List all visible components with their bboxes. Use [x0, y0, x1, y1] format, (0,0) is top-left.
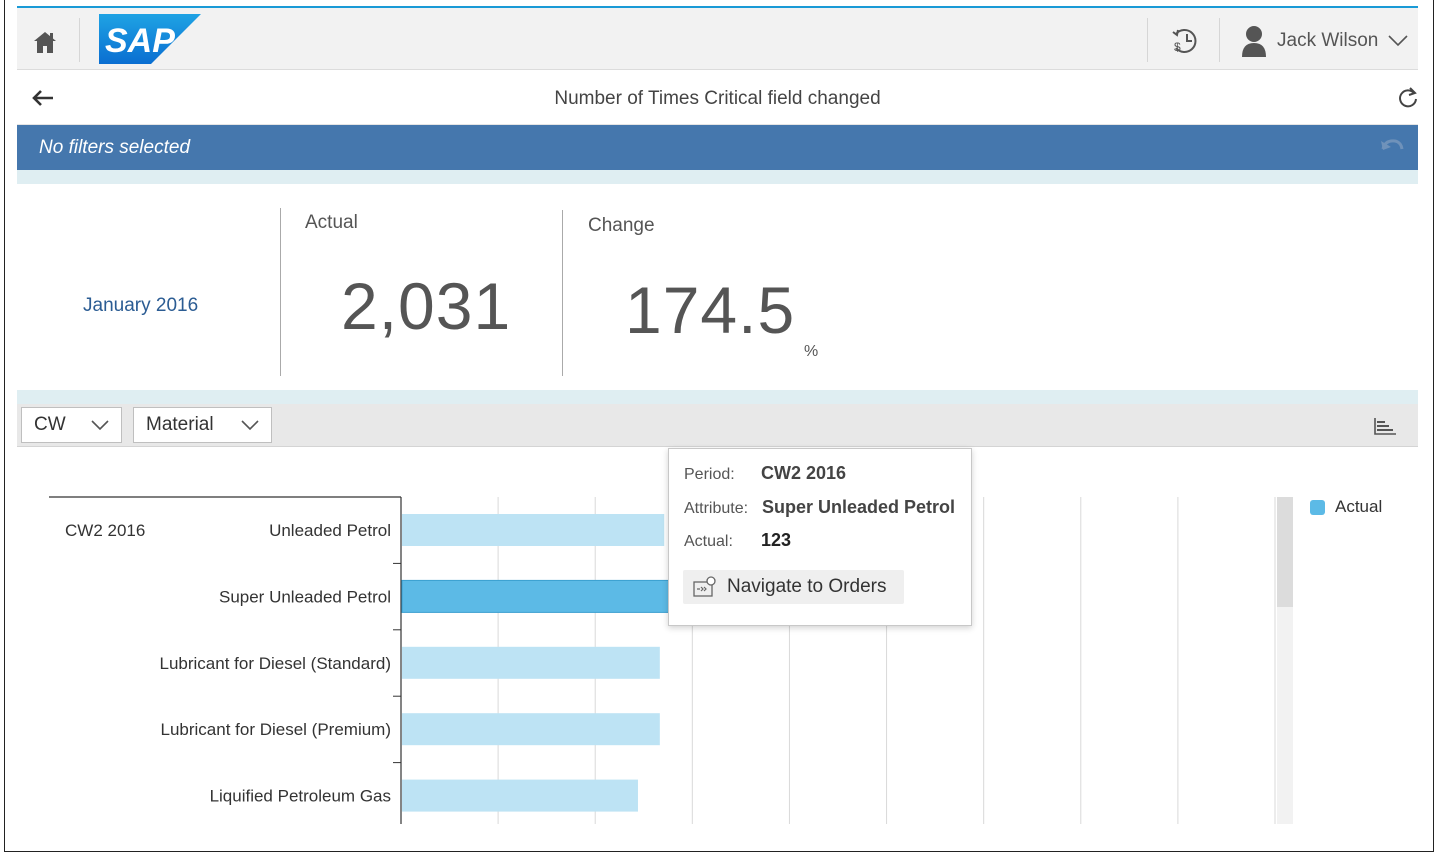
section-divider: [17, 390, 1418, 404]
chart-settings-button[interactable]: [1373, 416, 1397, 436]
refresh-button[interactable]: [1395, 84, 1418, 110]
dimension-select-cw[interactable]: CW: [21, 407, 122, 443]
svg-text:$: $: [1174, 40, 1181, 54]
kpi-divider: [562, 210, 563, 376]
chart-category-label: Unleaded Petrol: [269, 521, 391, 540]
kpi-divider: [280, 208, 281, 376]
section-divider: [17, 170, 1418, 184]
kpi-change-value: 174.5: [625, 273, 796, 347]
page-title: Number of Times Critical field changed: [554, 88, 881, 109]
undo-icon: [1381, 139, 1404, 150]
bar-chart-settings-icon: [1374, 418, 1396, 435]
legend-label: Actual: [1335, 497, 1383, 516]
page-title-bar: Number of Times Critical field changed: [17, 70, 1418, 125]
chart-group-label: CW2 2016: [65, 521, 145, 540]
filter-bar[interactable]: No filters selected: [17, 125, 1418, 170]
popover-period-row: Period: CW2 2016: [684, 463, 846, 484]
filter-status-text: No filters selected: [39, 137, 191, 158]
dimension-select-material[interactable]: Material: [133, 407, 272, 443]
navigation-icon: [693, 576, 716, 597]
user-icon: [1242, 26, 1266, 57]
svg-text:SAP: SAP: [105, 22, 175, 60]
kpi-header: January 2016 Actual 2,031 Change 174.5 %: [17, 184, 1418, 390]
user-menu[interactable]: Jack Wilson: [1241, 24, 1408, 58]
kpi-actual-label: Actual: [305, 212, 358, 233]
kpi-actual-value: 2,031: [341, 269, 512, 343]
chart-bar: [402, 514, 665, 546]
navigate-to-orders-button[interactable]: Navigate to Orders: [683, 570, 904, 604]
chart-category-label: Lubricant for Diesel (Standard): [159, 654, 391, 673]
popover-key: Period:: [684, 466, 735, 483]
chart-bar: [402, 779, 638, 812]
kpi-change-label: Change: [588, 215, 655, 236]
popover-key: Actual:: [684, 533, 733, 550]
chart-bar: [402, 646, 660, 679]
header-separator: [79, 18, 80, 62]
popover-value: CW2 2016: [761, 463, 847, 483]
header-separator: [1147, 18, 1148, 62]
bar-chart-svg: CW2 2016 Unleaded Petrol Super Unleaded Pe…: [49, 496, 1276, 824]
sap-logo: SAP: [99, 14, 201, 64]
dimension-select-value: CW: [34, 414, 66, 435]
kpi-period[interactable]: January 2016: [83, 295, 198, 317]
dimension-select-value: Material: [146, 414, 214, 435]
history-button[interactable]: $: [1165, 21, 1205, 61]
legend-swatch: [1310, 499, 1325, 515]
chart-bar: [402, 713, 660, 746]
chart-legend[interactable]: Actual: [1310, 497, 1382, 517]
popover-attribute-row: Attribute: Super Unleaded Petrol: [684, 497, 955, 518]
popover-actual-row: Actual: 123: [684, 530, 791, 551]
chart-category-label: Super Unleaded Petrol: [219, 587, 391, 606]
refresh-icon: [1399, 87, 1417, 108]
chart-category-label: Liquified Petroleum Gas: [210, 787, 391, 806]
popover-key: Attribute:: [684, 500, 749, 517]
popover-value: Super Unleaded Petrol: [762, 497, 956, 517]
chevron-down-icon: [1388, 35, 1408, 47]
shell-header: SAP $ Jack Wilson: [17, 6, 1418, 70]
chart-scrollbar[interactable]: [1277, 497, 1293, 824]
app-container: SAP $ Jack Wilson Number of Times Critic…: [17, 6, 1418, 824]
chart-toolbar: CW Material: [17, 404, 1418, 447]
user-name: Jack Wilson: [1277, 30, 1379, 51]
navigate-to-orders-label: Navigate to Orders: [727, 576, 887, 597]
chart-tooltip-popover: Period: CW2 2016 Attribute: Super Unlead…: [668, 448, 972, 626]
chevron-down-icon: [91, 419, 109, 430]
popover-value: 123: [761, 530, 792, 550]
header-separator: [1219, 18, 1220, 62]
reset-filters-button[interactable]: [1379, 135, 1405, 159]
clock-dollar-icon: $: [1172, 29, 1197, 54]
kpi-change-unit: %: [804, 343, 819, 360]
chart-category-label: Lubricant for Diesel (Premium): [160, 720, 391, 739]
home-button[interactable]: [25, 22, 65, 62]
chevron-down-icon: [241, 419, 259, 430]
scrollbar-thumb[interactable]: [1277, 497, 1293, 607]
home-icon: [34, 32, 56, 53]
